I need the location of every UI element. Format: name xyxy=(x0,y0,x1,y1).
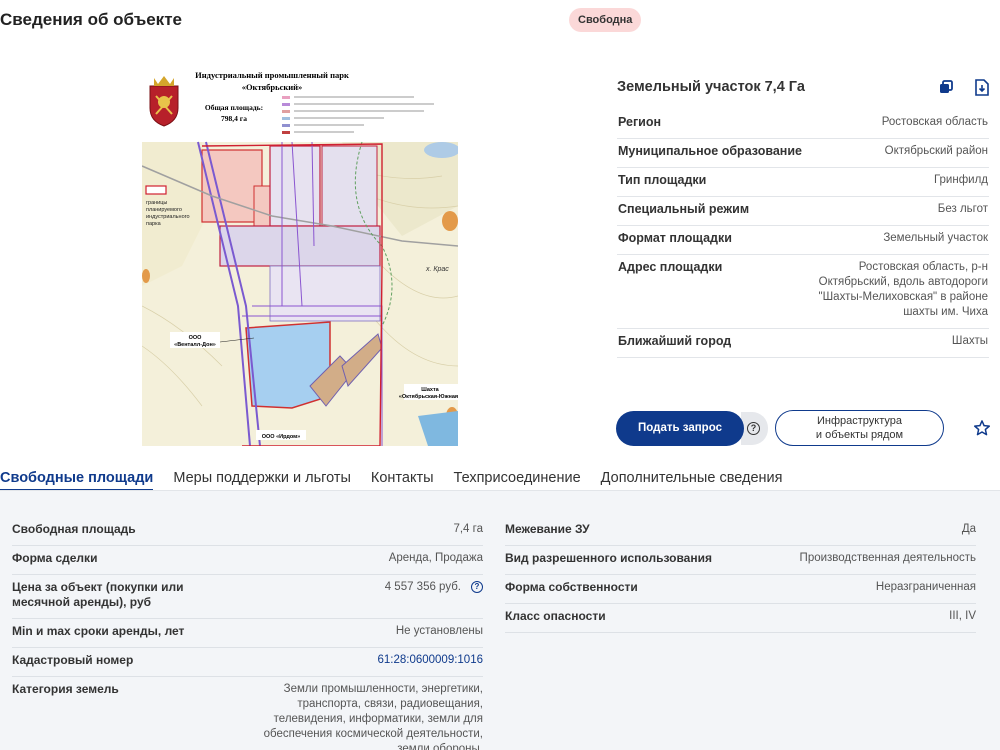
detail-key: Min и max сроки аренды, лет xyxy=(12,624,185,638)
tab-tech-connection[interactable]: Техприсоединение xyxy=(454,466,581,491)
price-help-icon[interactable]: ? xyxy=(471,580,483,593)
detail-key: Вид разрешенного использования xyxy=(505,551,712,565)
prop-value: Земельный участок xyxy=(883,232,988,244)
object-properties: Регион Ростовская область Муниципальное о… xyxy=(617,110,989,358)
favorite-star-icon[interactable] xyxy=(973,419,991,437)
map-label-irdom: ООО «Ирдом» xyxy=(262,434,301,440)
status-badge: Свободна xyxy=(569,8,642,32)
detail-row: Свободная площадь 7,4 га xyxy=(12,517,483,546)
detail-key: Класс опасности xyxy=(505,609,606,623)
detail-key: Форма собственности xyxy=(505,580,638,594)
detail-key: Свободная площадь xyxy=(12,522,136,536)
infrastructure-button-line1: Инфраструктура xyxy=(816,415,902,427)
prop-value: Октябрьский район xyxy=(884,145,988,157)
detail-row: Класс опасности III, IV xyxy=(505,604,976,633)
detail-value: Не установлены xyxy=(395,625,483,637)
page-title: Сведения об объекте xyxy=(0,10,182,29)
prop-row: Регион Ростовская область xyxy=(617,110,989,139)
details-left-column: Свободная площадь 7,4 га Форма сделки Арен… xyxy=(12,517,483,750)
prop-key: Формат площадки xyxy=(618,231,732,245)
download-document-icon[interactable] xyxy=(975,79,989,96)
prop-key: Ближайший город xyxy=(618,334,732,348)
detail-row: Вид разрешенного использования Производст… xyxy=(505,546,976,575)
tab-free-areas[interactable]: Свободные площади xyxy=(0,466,154,491)
site-plan-drawing: Индустриальный промышленный парк «Октябр… xyxy=(142,70,458,446)
detail-value: Производственная деятельность xyxy=(799,552,976,564)
prop-value: Ростовская область, р-н Октябрьский, вдо… xyxy=(818,261,988,318)
prop-key: Тип площадки xyxy=(618,173,707,187)
detail-value: Земли промышленности, энергетики, трансп… xyxy=(263,683,483,750)
infrastructure-button-line2: и объекты рядом xyxy=(815,429,904,441)
detail-value: III, IV xyxy=(949,610,976,622)
prop-value: Без льгот xyxy=(937,203,988,215)
section-tabs: Свободные площади Меры поддержки и льгот… xyxy=(0,466,802,491)
prop-row: Формат площадки Земельный участок xyxy=(617,226,989,255)
tab-additional-info[interactable]: Дополнительные сведения xyxy=(601,466,783,491)
prop-value: Шахты xyxy=(951,335,988,347)
map-label-khutor: х. Крас xyxy=(425,266,449,273)
map-area-value: 798,4 га xyxy=(221,114,247,123)
price-value: 4 557 356 руб. xyxy=(384,581,461,593)
detail-key: Кадастровый номер xyxy=(12,653,134,667)
detail-row: Форма собственности Неразграниченная xyxy=(505,575,976,604)
map-legend xyxy=(282,96,434,134)
prop-key: Адрес площадки xyxy=(618,260,723,274)
coat-of-arms-icon xyxy=(149,76,179,127)
prop-row: Ближайший город Шахты xyxy=(617,329,989,358)
detail-value: Аренда, Продажа xyxy=(388,552,483,564)
object-details-page: Сведения об объекте Свободна Индустриаль… xyxy=(0,0,1000,750)
question-icon: ? xyxy=(747,422,760,435)
details-panel: Свободная площадь 7,4 га Форма сделки Арен… xyxy=(0,491,1000,750)
detail-key: Форма сделки xyxy=(12,551,98,565)
help-button[interactable]: ? xyxy=(741,412,768,445)
prop-key: Регион xyxy=(618,115,662,129)
object-title: Земельный участок 7,4 Га xyxy=(617,79,805,95)
tab-support-measures[interactable]: Меры поддержки и льготы xyxy=(173,466,351,491)
detail-value: 7,4 га xyxy=(453,523,483,535)
infrastructure-button[interactable]: Инфраструктура и объекты рядом xyxy=(775,410,944,446)
prop-row: Адрес площадки Ростовская область, р-н Ок… xyxy=(617,255,989,329)
detail-row: Категория земель Земли промышленности, эн… xyxy=(12,677,483,750)
prop-key: Специальный режим xyxy=(618,202,750,216)
details-right-column: Межевание ЗУ Да Вид разрешенного использо… xyxy=(505,517,976,633)
submit-request-button[interactable]: Подать запрос xyxy=(616,411,744,446)
map-heading-2: «Октябрьский» xyxy=(242,82,303,92)
prop-value: Гринфилд xyxy=(933,174,988,186)
detail-value: Неразграниченная xyxy=(875,581,976,593)
prop-value: Ростовская область xyxy=(881,116,988,128)
detail-key: Категория земель xyxy=(12,682,119,696)
prop-key: Муниципальное образование xyxy=(618,144,802,158)
map-area-label: Общая площадь: xyxy=(205,103,263,112)
map-heading-1: Индустриальный промышленный парк xyxy=(195,70,349,80)
detail-value: Да xyxy=(961,523,976,535)
detail-key: Межевание ЗУ xyxy=(505,522,590,536)
prop-row: Специальный режим Без льгот xyxy=(617,197,989,226)
detail-row: Форма сделки Аренда, Продажа xyxy=(12,546,483,575)
prop-row: Тип площадки Гринфилд xyxy=(617,168,989,197)
site-plan-image[interactable]: Индустриальный промышленный парк «Октябр… xyxy=(142,66,458,446)
detail-row: Min и max сроки аренды, лет Не установлен… xyxy=(12,619,483,648)
detail-row: Кадастровый номер 61:28:0600009:1016 xyxy=(12,648,483,677)
tab-contacts[interactable]: Контакты xyxy=(371,466,434,491)
cadastral-number-link[interactable]: 61:28:0600009:1016 xyxy=(377,653,483,668)
detail-key: Цена за объект (покупки или месячной аре… xyxy=(12,580,184,609)
detail-row: Цена за объект (покупки или месячной аре… xyxy=(12,575,483,619)
detail-row: Межевание ЗУ Да xyxy=(505,517,976,546)
prop-row: Муниципальное образование Октябрьский рай… xyxy=(617,139,989,168)
price-wrap: 4 557 356 руб.? xyxy=(385,580,483,610)
copy-icon[interactable] xyxy=(939,80,953,94)
